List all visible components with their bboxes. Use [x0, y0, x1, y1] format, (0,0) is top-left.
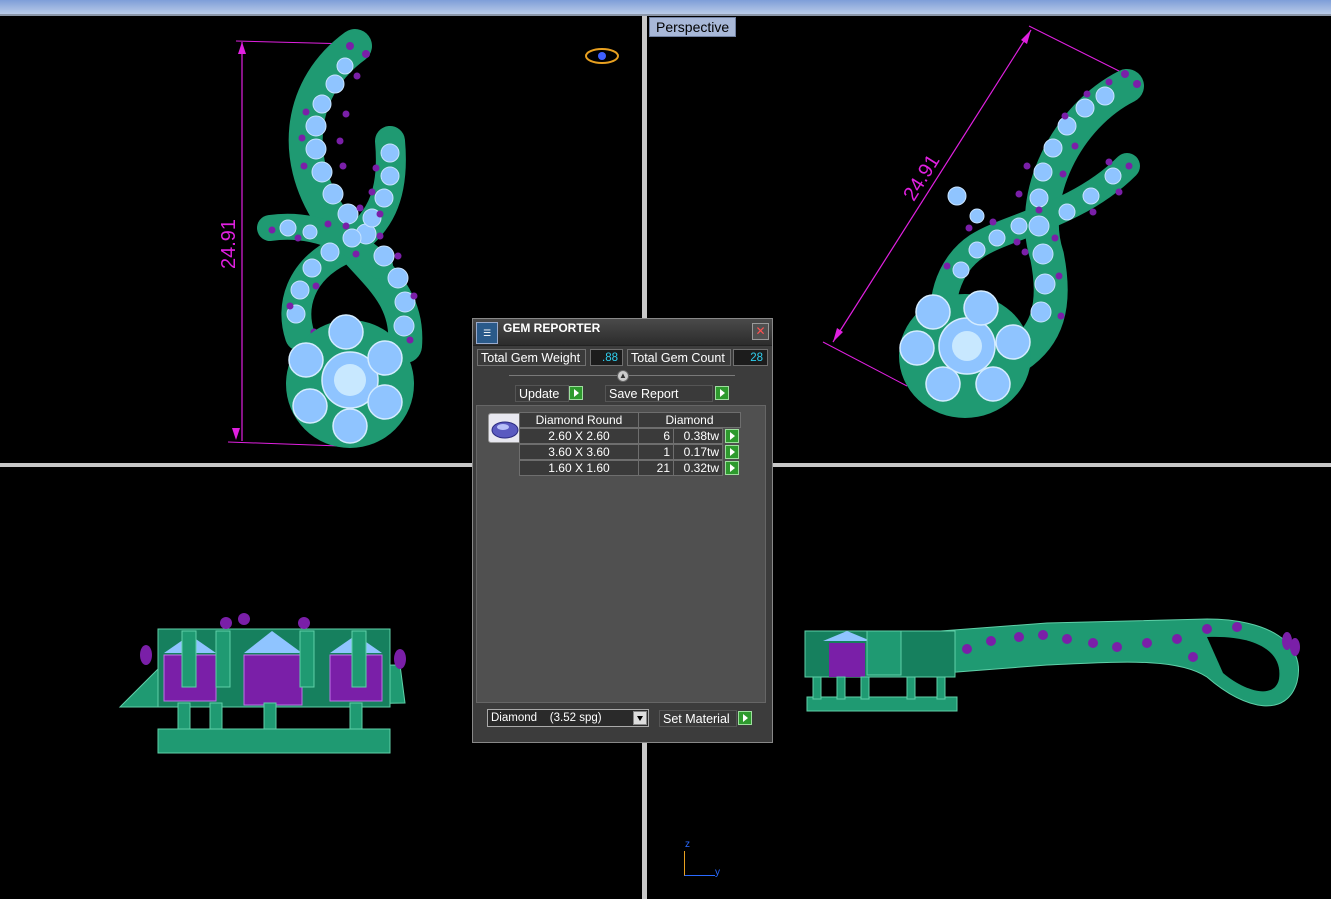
close-button[interactable]: ✕ [752, 323, 769, 340]
row-select-icon[interactable] [725, 429, 739, 443]
table-row-size: 1.60 X 1.60 [519, 460, 639, 476]
total-gem-count-value: 28 [733, 349, 768, 366]
dimension-arrow-top [238, 42, 246, 54]
app-top-bar [0, 0, 1331, 16]
ring-icon-gem [598, 52, 606, 60]
side-gem-pavilions [163, 654, 383, 706]
table-row-size: 3.60 X 3.60 [519, 444, 639, 460]
diamond-gem-shape [491, 421, 519, 439]
table-row-weight: 0.17tw [673, 444, 723, 460]
collapse-toggle-icon[interactable]: ▲ [617, 370, 629, 382]
gem-reporter-titlebar[interactable]: ☰ GEM REPORTER ✕ [473, 319, 772, 346]
material-select[interactable]: Diamond (3.52 spg) [487, 709, 649, 727]
side-bottom-gallery [157, 728, 391, 754]
dimension-extension-bottom [822, 341, 908, 387]
front-dimension-text: 24.91 [218, 219, 240, 269]
update-button[interactable]: Update [515, 385, 569, 402]
row-select-icon[interactable] [725, 445, 739, 459]
center-gem-highlight [334, 364, 366, 396]
right-posts [812, 676, 946, 700]
table-header-shape: Diamond Round [519, 412, 639, 428]
axis-gizmo [684, 851, 715, 876]
table-row-weight: 0.38tw [673, 428, 723, 444]
right-gem-pavilion [829, 643, 865, 677]
save-report-button[interactable]: Save Report [605, 385, 713, 402]
table-row-weight: 0.32tw [673, 460, 723, 476]
set-material-go-icon[interactable] [738, 711, 752, 725]
right-prong-block [866, 630, 902, 676]
table-row-size: 2.60 X 2.60 [519, 428, 639, 444]
axis-z-label: z [685, 839, 690, 850]
chevron-down-icon[interactable] [633, 711, 647, 725]
table-row-count: 6 [638, 428, 674, 444]
gem-list-area: Diamond Round Diamond 2.60 X 2.60 6 0.38… [476, 405, 766, 703]
total-gem-count-label: Total Gem Count [627, 349, 731, 366]
gem-reporter-icon: ☰ [476, 322, 498, 344]
dimension-extension-top [1028, 25, 1126, 75]
dimension-arrow-bottom [833, 328, 843, 342]
right-bottom-gallery [806, 696, 958, 712]
update-go-icon[interactable] [569, 386, 583, 400]
dimension-extension-bottom [227, 441, 341, 447]
row-select-icon[interactable] [725, 461, 739, 475]
total-gem-weight-value: .88 [590, 349, 623, 366]
total-gem-weight-label: Total Gem Weight [477, 349, 586, 366]
center-gem-highlight [952, 331, 982, 361]
table-row-count: 1 [638, 444, 674, 460]
axis-y-label: y [715, 867, 720, 878]
table-row-count: 21 [638, 460, 674, 476]
diamond-gem-icon[interactable] [488, 413, 522, 443]
dimension-arrow-top [1021, 30, 1031, 44]
dimension-arrow-bottom [232, 428, 240, 440]
set-material-button[interactable]: Set Material [659, 710, 737, 727]
table-header-material: Diamond [638, 412, 741, 428]
perspective-label[interactable]: Perspective [649, 17, 737, 37]
save-report-go-icon[interactable] [715, 386, 729, 400]
gem-reporter-title: GEM REPORTER [503, 321, 601, 335]
material-select-value: Diamond (3.52 spg) [491, 712, 602, 724]
gem-reporter-panel: ☰ GEM REPORTER ✕ Total Gem Weight .88 To… [472, 318, 773, 743]
